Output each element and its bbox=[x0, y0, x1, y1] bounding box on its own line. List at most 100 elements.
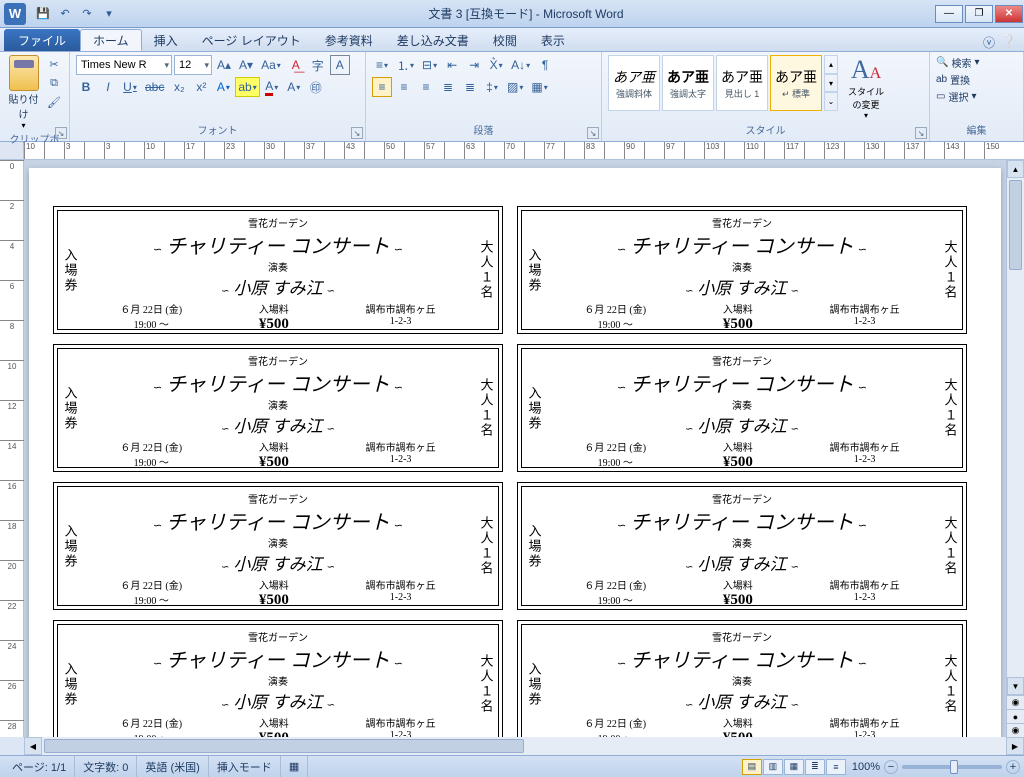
subscript-button[interactable]: x₂ bbox=[169, 77, 189, 97]
ticket-fee: 入場料¥500 bbox=[723, 439, 753, 471]
align-center-button[interactable]: ≡ bbox=[394, 77, 414, 97]
status-macro-icon[interactable]: ▦ bbox=[281, 756, 308, 777]
scroll-left-button[interactable]: ◀ bbox=[24, 737, 42, 755]
number-list-button[interactable]: ⒈ bbox=[394, 55, 417, 75]
scroll-thumb[interactable] bbox=[1009, 180, 1022, 270]
zoom-out-button[interactable]: − bbox=[884, 760, 898, 774]
scroll-up-button[interactable]: ▲ bbox=[1007, 160, 1024, 178]
view-web[interactable]: ▦ bbox=[784, 759, 804, 775]
align-right-button[interactable]: ≡ bbox=[416, 77, 436, 97]
status-page[interactable]: ページ: 1/1 bbox=[4, 756, 75, 777]
zoom-slider[interactable] bbox=[902, 765, 1002, 769]
replace-button[interactable]: ab置換 bbox=[936, 72, 1017, 87]
sort-button[interactable]: A↓ bbox=[508, 55, 533, 75]
clear-format-button[interactable]: A͟ bbox=[286, 55, 306, 75]
multilevel-list-button[interactable]: ⊟ bbox=[419, 55, 440, 75]
style-heading1[interactable]: あア亜見出し 1 bbox=[716, 55, 768, 111]
text-effects-button[interactable]: A bbox=[213, 77, 233, 97]
select-button[interactable]: ▭選択▾ bbox=[936, 89, 1017, 104]
copy-button[interactable]: ⧉ bbox=[45, 74, 63, 92]
scroll-right-button[interactable]: ▶ bbox=[1006, 737, 1024, 755]
vertical-scrollbar[interactable]: ▲ ▼ ◉ ● ◉ bbox=[1006, 160, 1024, 737]
qat-customize-icon[interactable]: ▾ bbox=[100, 5, 118, 23]
decrease-indent-button[interactable]: ⇤ bbox=[442, 55, 462, 75]
ruler-horizontal[interactable]: 1033101723303743505763707783909710311011… bbox=[0, 142, 1024, 160]
undo-icon[interactable]: ↶ bbox=[56, 5, 74, 23]
font-color-button[interactable]: A bbox=[262, 77, 282, 97]
enclose-char-button[interactable]: ㊞ bbox=[306, 77, 326, 97]
shading-button[interactable]: ▨ bbox=[504, 77, 526, 97]
ticket-right-stub: 大人１名 bbox=[938, 211, 962, 329]
clipboard-dialog-launcher[interactable]: ↘ bbox=[55, 127, 67, 139]
strike-button[interactable]: abc bbox=[142, 77, 167, 97]
styles-dialog-launcher[interactable]: ↘ bbox=[915, 127, 927, 139]
minimize-button[interactable]: — bbox=[935, 5, 963, 23]
char-border-button[interactable]: A bbox=[330, 55, 350, 75]
view-print-layout[interactable]: ▤ bbox=[742, 759, 762, 775]
next-page-button[interactable]: ◉ bbox=[1007, 723, 1024, 737]
browse-object-button[interactable]: ● bbox=[1007, 709, 1024, 723]
change-styles-button[interactable]: AA スタイルの変更 ▾ bbox=[844, 55, 888, 120]
find-button[interactable]: 🔍検索▾ bbox=[936, 55, 1017, 70]
style-strong[interactable]: あア亜強調太字 bbox=[662, 55, 714, 111]
word-app-icon[interactable]: W bbox=[4, 3, 26, 25]
tab-file[interactable]: ファイル bbox=[4, 29, 80, 51]
redo-icon[interactable]: ↷ bbox=[78, 5, 96, 23]
paragraph-dialog-launcher[interactable]: ↘ bbox=[587, 127, 599, 139]
status-language[interactable]: 英語 (米国) bbox=[137, 756, 208, 777]
shrink-font-button[interactable]: A▾ bbox=[236, 55, 256, 75]
borders-button[interactable]: ▦ bbox=[528, 77, 550, 97]
help-icon[interactable]: ❔ bbox=[1001, 34, 1016, 51]
style-gallery-scroll[interactable]: ▴▾⌄ bbox=[824, 55, 838, 111]
tab-mailings[interactable]: 差し込み文書 bbox=[385, 29, 481, 51]
document-scroll[interactable]: 入場券 雪花ガーデン ∽チャリティー コンサート∽ 演奏 ∽小原 すみ江∽ ６月… bbox=[24, 160, 1006, 737]
style-normal[interactable]: あア亜↵ 標準 bbox=[770, 55, 822, 111]
scroll-down-button[interactable]: ▼ bbox=[1007, 677, 1024, 695]
zoom-level[interactable]: 100% bbox=[852, 761, 880, 773]
tab-home[interactable]: ホーム bbox=[80, 29, 142, 51]
highlight-button[interactable]: ab bbox=[235, 77, 259, 97]
superscript-button[interactable]: x² bbox=[191, 77, 211, 97]
char-shade-button[interactable]: A bbox=[284, 77, 304, 97]
bold-button[interactable]: B bbox=[76, 77, 96, 97]
view-draft[interactable]: ≡ bbox=[826, 759, 846, 775]
font-name-combo[interactable]: Times New R bbox=[76, 55, 172, 75]
style-emphasis-italic[interactable]: あア亜強調斜体 bbox=[608, 55, 660, 111]
grow-font-button[interactable]: A▴ bbox=[214, 55, 234, 75]
view-outline[interactable]: ≣ bbox=[805, 759, 825, 775]
cut-button[interactable]: ✂ bbox=[45, 55, 63, 73]
maximize-button[interactable]: ❐ bbox=[965, 5, 993, 23]
line-spacing-button[interactable]: ‡ bbox=[482, 77, 502, 97]
phonetic-guide-button[interactable]: 字 bbox=[308, 55, 328, 75]
font-dialog-launcher[interactable]: ↘ bbox=[351, 127, 363, 139]
tab-insert[interactable]: 挿入 bbox=[142, 29, 190, 51]
hscroll-thumb[interactable] bbox=[44, 739, 524, 753]
font-size-combo[interactable]: 12 bbox=[174, 55, 212, 75]
align-left-button[interactable]: ≡ bbox=[372, 77, 392, 97]
minimize-ribbon-icon[interactable]: ⓥ bbox=[983, 34, 995, 51]
underline-button[interactable]: U bbox=[120, 77, 140, 97]
view-full-reading[interactable]: ▥ bbox=[763, 759, 783, 775]
format-painter-button[interactable]: 🖌 bbox=[45, 93, 63, 111]
tab-page-layout[interactable]: ページ レイアウト bbox=[190, 29, 313, 51]
ruler-vertical[interactable]: 0246810121416182022242628 bbox=[0, 160, 24, 737]
tab-review[interactable]: 校閲 bbox=[481, 29, 529, 51]
status-word-count[interactable]: 文字数: 0 bbox=[75, 756, 137, 777]
paste-button[interactable]: 貼り付け ▾ bbox=[6, 55, 41, 130]
justify-button[interactable]: ≣ bbox=[438, 77, 458, 97]
bullet-list-button[interactable]: ≡ bbox=[372, 55, 392, 75]
tab-view[interactable]: 表示 bbox=[529, 29, 577, 51]
increase-indent-button[interactable]: ⇥ bbox=[464, 55, 484, 75]
zoom-in-button[interactable]: + bbox=[1006, 760, 1020, 774]
change-case-button[interactable]: Aa bbox=[258, 55, 284, 75]
tab-references[interactable]: 参考資料 bbox=[313, 29, 385, 51]
horizontal-scrollbar[interactable]: ◀ ▶ bbox=[24, 737, 1024, 755]
prev-page-button[interactable]: ◉ bbox=[1007, 695, 1024, 709]
close-button[interactable]: ✕ bbox=[995, 5, 1023, 23]
distributed-button[interactable]: ≣ bbox=[460, 77, 480, 97]
save-icon[interactable]: 💾 bbox=[34, 5, 52, 23]
show-marks-button[interactable]: ¶ bbox=[535, 55, 555, 75]
status-insert-mode[interactable]: 挿入モード bbox=[209, 756, 281, 777]
italic-button[interactable]: I bbox=[98, 77, 118, 97]
asian-layout-button[interactable]: X͛ bbox=[486, 55, 506, 75]
